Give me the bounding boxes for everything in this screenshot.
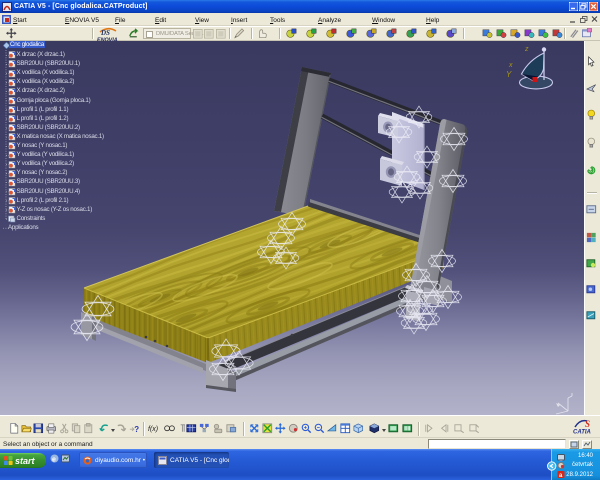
svg-text:DS: DS	[100, 29, 110, 37]
svg-text:start: start	[15, 456, 36, 466]
svg-text:Y: Y	[506, 70, 512, 79]
svg-text:?: ?	[134, 425, 139, 434]
svg-text:e: e	[52, 457, 56, 464]
svg-text:S: S	[585, 419, 590, 429]
svg-text:CATIA: CATIA	[573, 430, 591, 436]
svg-text:x: x	[508, 62, 513, 69]
svg-text:f(x): f(x)	[148, 426, 158, 433]
svg-text:z: z	[524, 46, 529, 53]
